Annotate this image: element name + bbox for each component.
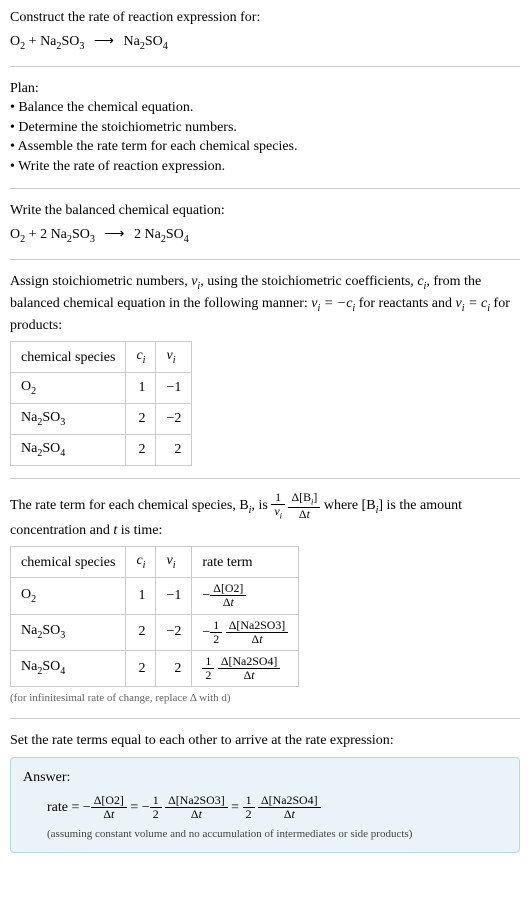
plan-item: • Assemble the rate term for each chemic…	[10, 137, 520, 157]
cell-nui: 2	[156, 435, 192, 466]
balanced-section: Write the balanced chemical equation: O2…	[10, 201, 520, 247]
table-row: O2 1 −1 −Δ[O2]Δt	[11, 578, 299, 614]
divider	[10, 188, 520, 189]
divider	[10, 66, 520, 67]
equals: =	[228, 799, 243, 814]
cell-species: Na2SO3	[11, 614, 126, 650]
text: where [B	[324, 498, 376, 513]
sign: −	[202, 624, 210, 639]
cell-ci: 2	[126, 614, 156, 650]
frac: Δ[O2]Δt	[91, 794, 127, 821]
cell-ci: 2	[126, 435, 156, 466]
table-row: Na2SO4 2 2 12 Δ[Na2SO4]Δt	[11, 650, 299, 686]
col-ci: ci	[126, 342, 156, 373]
cell-nui: −1	[156, 373, 192, 404]
cell-rate: 12 Δ[Na2SO4]Δt	[192, 650, 299, 686]
answer-note: (assuming constant volume and no accumul…	[47, 827, 507, 842]
frac: Δ[O2]Δt	[210, 582, 246, 609]
frac: Δ[Na2SO3]Δt	[226, 619, 289, 646]
cell-nui: −1	[156, 578, 192, 614]
balanced-title: Write the balanced chemical equation:	[10, 201, 520, 221]
col-species: chemical species	[11, 547, 126, 578]
table-row: Na2SO4 2 2	[11, 435, 192, 466]
final-section: Set the rate terms equal to each other t…	[10, 731, 520, 853]
frac: Δ[Na2SO4]Δt	[258, 794, 321, 821]
table-header-row: chemical species ci νi rate term	[11, 547, 299, 578]
stoich-section: Assign stoichiometric numbers, νi, using…	[10, 272, 520, 466]
cell-ci: 2	[126, 404, 156, 435]
final-title: Set the rate terms equal to each other t…	[10, 731, 520, 751]
text: for reactants and	[355, 296, 455, 311]
answer-rate-expression: rate = −Δ[O2]Δt = −12 Δ[Na2SO3]Δt = 12 Δ…	[47, 794, 507, 821]
frac: Δ[Na2SO3]Δt	[165, 794, 228, 821]
col-nui: νi	[156, 342, 192, 373]
plan-title: Plan:	[10, 79, 520, 99]
frac-dbi-dt: Δ[Bi]Δt	[288, 491, 320, 521]
prompt-equation: O2 + Na2SO3 ⟶ Na2SO4	[10, 32, 520, 54]
coef-frac: 12	[243, 794, 255, 821]
cell-nui: 2	[156, 650, 192, 686]
answer-label: Answer:	[23, 768, 507, 788]
rateterm-section: The rate term for each chemical species,…	[10, 491, 520, 706]
table-row: Na2SO3 2 −2	[11, 404, 192, 435]
divider	[10, 259, 520, 260]
col-nui: νi	[156, 547, 192, 578]
text: is time:	[117, 523, 162, 538]
coef-frac: 12	[150, 794, 162, 821]
c-i: ci	[417, 274, 426, 289]
sign: −	[83, 799, 91, 814]
nu-i: νi	[191, 274, 200, 289]
rateterm-intro: The rate term for each chemical species,…	[10, 491, 520, 540]
cell-ci: 1	[126, 373, 156, 404]
cell-species: O2	[11, 578, 126, 614]
table-header-row: chemical species ci νi	[11, 342, 192, 373]
answer-box: Answer: rate = −Δ[O2]Δt = −12 Δ[Na2SO3]Δ…	[10, 757, 520, 853]
coef-frac: 12	[202, 655, 214, 682]
cell-nui: −2	[156, 404, 192, 435]
cell-species: Na2SO3	[11, 404, 126, 435]
sign: −	[202, 588, 210, 603]
cell-nui: −2	[156, 614, 192, 650]
divider	[10, 478, 520, 479]
cell-species: Na2SO4	[11, 650, 126, 686]
frac-one-over-nu: 1νi	[271, 491, 285, 521]
cell-species: Na2SO4	[11, 435, 126, 466]
balanced-equation: O2 + 2 Na2SO3 ⟶ 2 Na2SO4	[10, 225, 520, 247]
cell-species: O2	[11, 373, 126, 404]
prompt-title: Construct the rate of reaction expressio…	[10, 8, 520, 28]
rule: νi = −ci	[311, 296, 355, 311]
plan-section: Plan: • Balance the chemical equation. •…	[10, 79, 520, 177]
plan-item: • Write the rate of reaction expression.	[10, 157, 520, 177]
text: , is	[251, 498, 271, 513]
col-species: chemical species	[11, 342, 126, 373]
text: The rate term for each chemical species,…	[10, 498, 249, 513]
rate-label: rate =	[47, 799, 83, 814]
text: Assign stoichiometric numbers,	[10, 274, 191, 289]
prompt-section: Construct the rate of reaction expressio…	[10, 8, 520, 54]
frac: Δ[Na2SO4]Δt	[218, 655, 281, 682]
equals: = −	[127, 799, 150, 814]
col-ci: ci	[126, 547, 156, 578]
cell-rate: −Δ[O2]Δt	[192, 578, 299, 614]
table-row: Na2SO3 2 −2 −12 Δ[Na2SO3]Δt	[11, 614, 299, 650]
table-row: O2 1 −1	[11, 373, 192, 404]
rule: νi = ci	[456, 296, 491, 311]
coef-frac: 12	[210, 619, 222, 646]
text: , using the stoichiometric coefficients,	[200, 274, 417, 289]
divider	[10, 718, 520, 719]
cell-ci: 2	[126, 650, 156, 686]
col-rate: rate term	[192, 547, 299, 578]
stoich-table: chemical species ci νi O2 1 −1 Na2SO3 2 …	[10, 341, 192, 466]
stoich-intro: Assign stoichiometric numbers, νi, using…	[10, 272, 520, 335]
plan-item: • Balance the chemical equation.	[10, 98, 520, 118]
rateterm-table: chemical species ci νi rate term O2 1 −1…	[10, 546, 299, 686]
plan-item: • Determine the stoichiometric numbers.	[10, 118, 520, 138]
cell-rate: −12 Δ[Na2SO3]Δt	[192, 614, 299, 650]
cell-ci: 1	[126, 578, 156, 614]
rateterm-note: (for infinitesimal rate of change, repla…	[10, 691, 520, 706]
